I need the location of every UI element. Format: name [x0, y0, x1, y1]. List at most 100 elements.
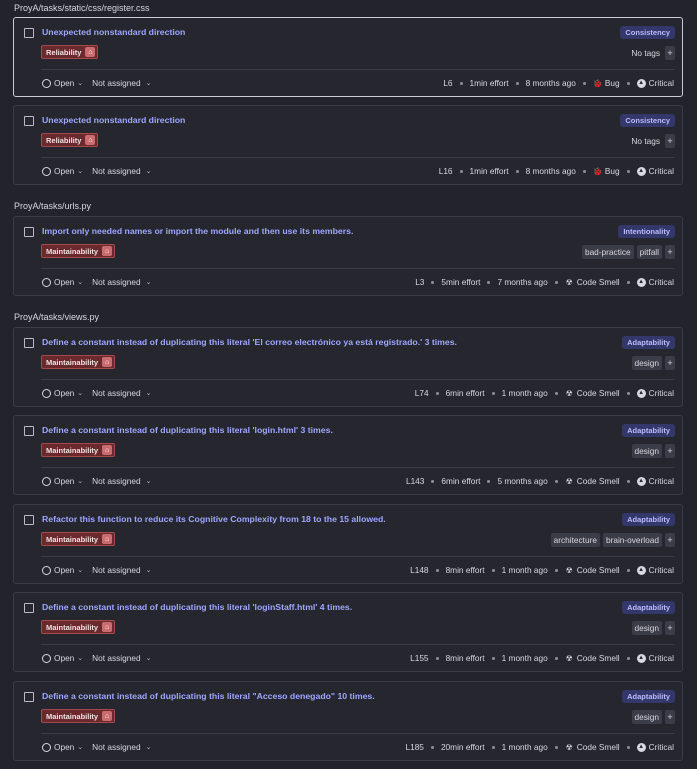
separator-dot — [554, 479, 558, 483]
issue-title-link[interactable]: Define a constant instead of duplicating… — [42, 425, 333, 435]
assignee-dropdown[interactable]: Not assigned ⌄ — [92, 742, 151, 752]
issue-title-link[interactable]: Unexpected nonstandard direction — [42, 115, 185, 125]
issue-card[interactable]: Unexpected nonstandard direction Consiste… — [13, 17, 683, 97]
open-status-icon — [42, 78, 51, 88]
status-dropdown[interactable]: Open ⌄ — [42, 277, 83, 287]
assignee-dropdown[interactable]: Not assigned ⌄ — [92, 565, 151, 575]
severity[interactable]: ▲ Critical — [636, 388, 674, 398]
issue-card[interactable]: Refactor this function to reduce its Cog… — [13, 504, 683, 584]
issue-card[interactable]: Define a constant instead of duplicating… — [13, 415, 683, 495]
status-dropdown[interactable]: Open ⌄ — [42, 742, 83, 752]
software-quality-label: Reliability — [46, 47, 82, 57]
tag[interactable]: design — [631, 621, 662, 635]
chevron-down-icon: ⌄ — [77, 80, 84, 87]
chevron-down-icon: ⌄ — [77, 279, 84, 286]
software-quality-label: Maintainability — [46, 534, 99, 544]
add-tag-button[interactable]: + — [665, 533, 675, 547]
status-dropdown[interactable]: Open ⌄ — [42, 565, 83, 575]
separator-dot — [626, 391, 630, 395]
issue-checkbox[interactable] — [24, 28, 34, 38]
add-tag-button[interactable]: + — [665, 134, 675, 148]
line-number-link[interactable]: L16 — [439, 166, 453, 176]
severity[interactable]: ▲ Critical — [636, 653, 674, 663]
tag[interactable]: architecture — [550, 533, 600, 547]
line-number-link[interactable]: L6 — [443, 78, 452, 88]
issue-checkbox[interactable] — [24, 515, 34, 525]
card-divider — [41, 556, 675, 557]
issue-type-label: Code Smell — [576, 653, 620, 663]
add-tag-button[interactable]: + — [665, 356, 675, 370]
add-tag-button[interactable]: + — [665, 46, 675, 60]
line-number-link[interactable]: L155 — [410, 653, 428, 663]
tag[interactable]: design — [631, 444, 662, 458]
software-quality-badge[interactable]: Maintainability ⌂ — [41, 355, 116, 369]
critical-severity-icon: ▲ — [636, 277, 646, 287]
separator-dot — [554, 568, 558, 572]
software-quality-badge[interactable]: Maintainability ⌂ — [41, 532, 116, 546]
issue-checkbox[interactable] — [24, 603, 34, 613]
tag[interactable]: design — [631, 710, 662, 724]
separator-dot — [626, 656, 630, 660]
software-quality-badge[interactable]: Maintainability ⌂ — [41, 244, 116, 258]
issue-type-label: Code Smell — [576, 476, 620, 486]
add-tag-button[interactable]: + — [665, 710, 675, 724]
line-number-link[interactable]: L148 — [410, 565, 428, 575]
add-tag-button[interactable]: + — [665, 621, 675, 635]
tag[interactable]: design — [631, 356, 662, 370]
software-quality-badge[interactable]: Maintainability ⌂ — [41, 620, 116, 634]
severity[interactable]: ▲ Critical — [636, 78, 674, 88]
issue-title-link[interactable]: Define a constant instead of duplicating… — [42, 691, 375, 701]
line-number-link[interactable]: L185 — [405, 742, 423, 752]
separator-dot — [515, 169, 519, 173]
issue-title-link[interactable]: Define a constant instead of duplicating… — [42, 337, 457, 347]
software-quality-badge[interactable]: Maintainability ⌂ — [41, 709, 116, 723]
add-tag-button[interactable]: + — [665, 245, 675, 259]
assignee-dropdown[interactable]: Not assigned ⌄ — [92, 166, 151, 176]
issue-title-link[interactable]: Refactor this function to reduce its Cog… — [42, 514, 386, 524]
issue-card[interactable]: Define a constant instead of duplicating… — [13, 592, 683, 672]
issue-title-link[interactable]: Import only needed names or import the m… — [42, 226, 353, 236]
clean-code-attribute-badge: Consistency — [620, 26, 675, 39]
severity[interactable]: ▲ Critical — [636, 277, 674, 287]
line-number-link[interactable]: L143 — [406, 476, 424, 486]
issue-checkbox[interactable] — [24, 116, 34, 126]
issue-card[interactable]: Define a constant instead of duplicating… — [13, 327, 683, 407]
age-label: 5 months ago — [497, 476, 548, 486]
tag[interactable]: bad-practice — [581, 245, 634, 259]
severity[interactable]: ▲ Critical — [636, 476, 674, 486]
status-dropdown[interactable]: Open ⌄ — [42, 388, 83, 398]
status-dropdown[interactable]: Open ⌄ — [42, 78, 83, 88]
separator-dot — [487, 479, 491, 483]
line-number-link[interactable]: L3 — [415, 277, 424, 287]
software-quality-badge[interactable]: Maintainability ⌂ — [41, 443, 116, 457]
issue-card[interactable]: Unexpected nonstandard direction Consiste… — [13, 105, 683, 185]
assignee-dropdown[interactable]: Not assigned ⌄ — [92, 476, 151, 486]
issue-title-link[interactable]: Define a constant instead of duplicating… — [42, 602, 352, 612]
issue-title-link[interactable]: Unexpected nonstandard direction — [42, 27, 185, 37]
issue-checkbox[interactable] — [24, 426, 34, 436]
issue-checkbox[interactable] — [24, 338, 34, 348]
status-dropdown[interactable]: Open ⌄ — [42, 653, 83, 663]
assignee-dropdown[interactable]: Not assigned ⌄ — [92, 388, 151, 398]
severity[interactable]: ▲ Critical — [636, 742, 674, 752]
issue-card[interactable]: Define a constant instead of duplicating… — [13, 681, 683, 761]
issue-card[interactable]: Import only needed names or import the m… — [13, 216, 683, 296]
severity[interactable]: ▲ Critical — [636, 166, 674, 176]
line-number-link[interactable]: L74 — [415, 388, 429, 398]
software-quality-badge[interactable]: Reliability ⌂ — [41, 45, 99, 59]
status-dropdown[interactable]: Open ⌄ — [42, 166, 83, 176]
assignee-dropdown[interactable]: Not assigned ⌄ — [92, 653, 151, 663]
tag[interactable]: brain-overload — [602, 533, 662, 547]
software-quality-badge[interactable]: Reliability ⌂ — [41, 133, 99, 147]
status-dropdown[interactable]: Open ⌄ — [42, 476, 83, 486]
severity[interactable]: ▲ Critical — [636, 565, 674, 575]
assignee-dropdown[interactable]: Not assigned ⌄ — [92, 277, 151, 287]
tag[interactable]: pitfall — [636, 245, 662, 259]
issue-checkbox[interactable] — [24, 692, 34, 702]
assignee-dropdown[interactable]: Not assigned ⌄ — [92, 78, 151, 88]
issue-checkbox[interactable] — [24, 227, 34, 237]
assignee-label: Not assigned — [92, 565, 141, 575]
severity-label: Critical — [648, 388, 674, 398]
add-tag-button[interactable]: + — [665, 444, 675, 458]
code-smell-icon: ☢ — [565, 742, 573, 752]
